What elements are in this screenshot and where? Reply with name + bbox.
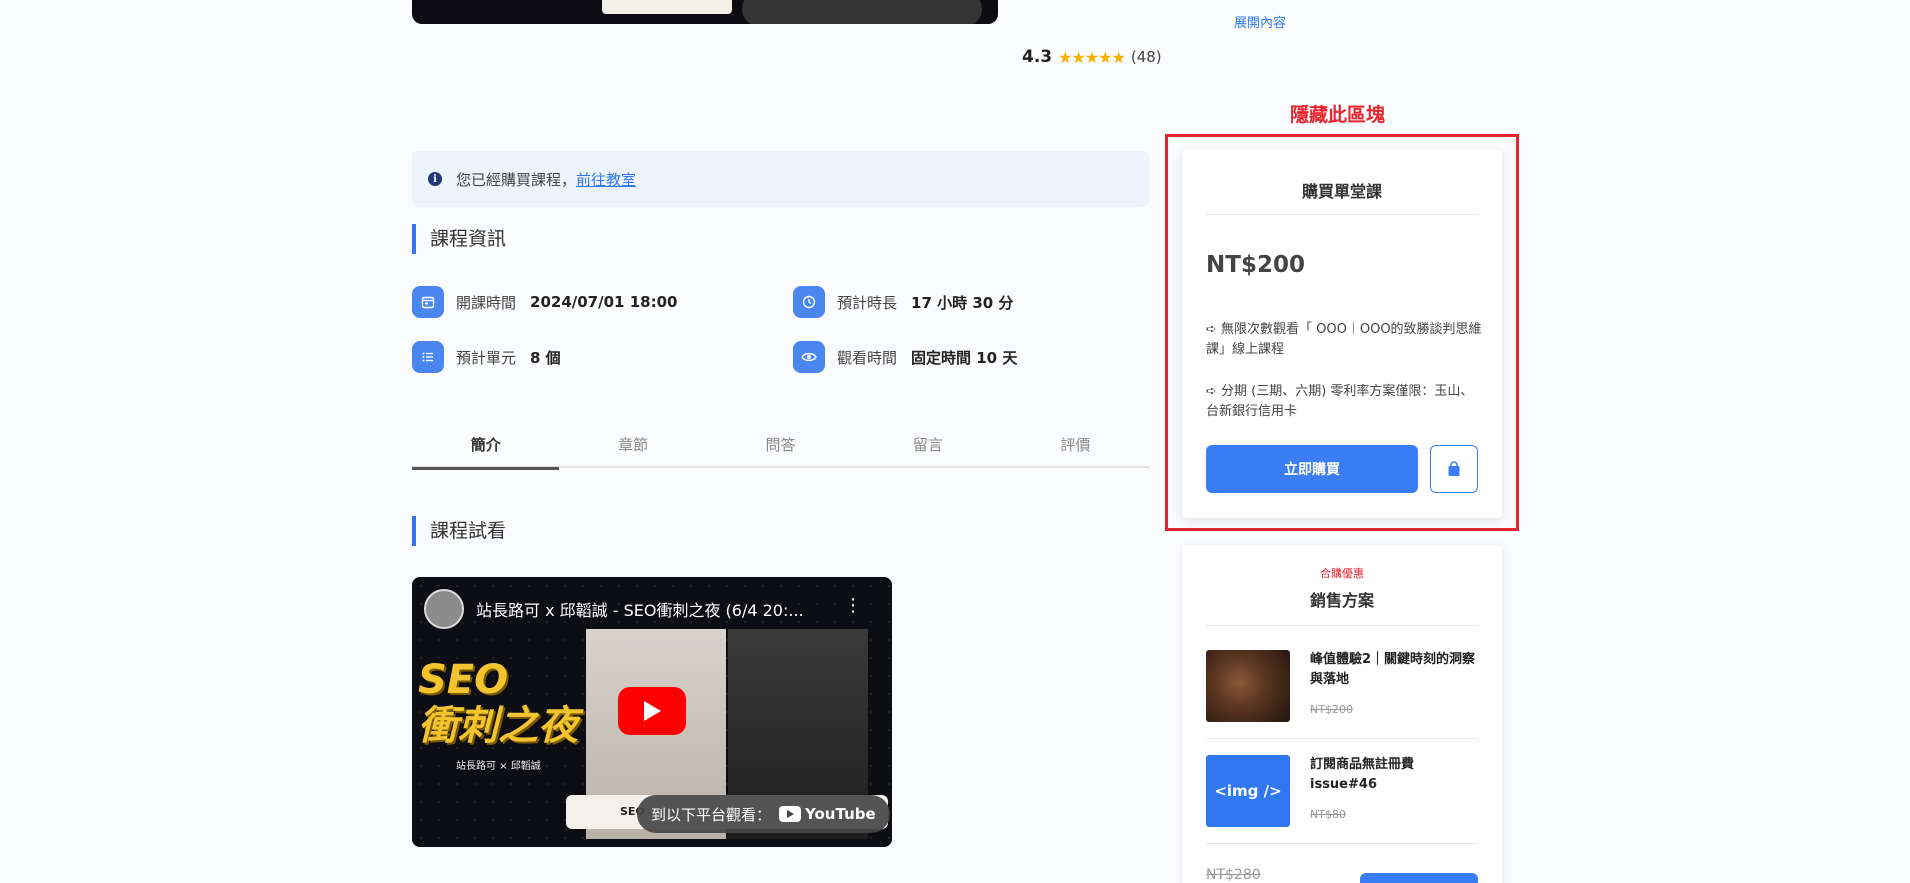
clock-icon	[793, 286, 825, 318]
start-time-value: 2024/07/01 18:00	[530, 293, 678, 311]
watch-time-label: 觀看時間	[837, 348, 898, 367]
duration-value: 17 小時 30 分	[911, 293, 1014, 312]
plan-item-thumbnail: <img />	[1206, 755, 1290, 827]
calendar-icon	[412, 286, 444, 318]
divider	[1206, 738, 1478, 739]
info-units: 預計單元 8 個	[412, 341, 561, 373]
rating-count: (48)	[1130, 48, 1162, 66]
tab-comments[interactable]: 留言	[854, 430, 1001, 466]
video-subtitle: 站長路可 × 邱韜誠	[456, 761, 541, 772]
rating-stars-icon: ★★★★★	[1058, 47, 1126, 67]
plan-item-name[interactable]: 訂閱商品無註冊費 issue#46	[1310, 755, 1480, 795]
top-video-caption-bar	[602, 0, 732, 14]
youtube-logo: YouTube	[779, 805, 876, 823]
plan-item-old-price: NT$80	[1310, 808, 1346, 821]
purchased-notice-text: 您已經購買課程，	[456, 170, 577, 189]
highlight-frame	[1165, 134, 1519, 531]
watch-time-value: 固定時間 10 天	[911, 348, 1018, 367]
info-icon: i	[428, 172, 442, 186]
watch-on-label: 到以下平台觀看：	[651, 805, 772, 824]
start-time-label: 開課時間	[456, 293, 517, 312]
plan-item-name[interactable]: 峰值體驗2｜關鍵時刻的洞察與落地	[1310, 650, 1480, 690]
info-duration: 預計時長 17 小時 30 分	[793, 286, 1013, 318]
tab-chapters[interactable]: 章節	[559, 430, 706, 466]
sales-plan-card: 合購優惠 銷售方案 峰值體驗2｜關鍵時刻的洞察與落地 NT$200 <img /…	[1182, 545, 1502, 883]
hide-block-annotation: 隱藏此區塊	[1290, 104, 1386, 126]
course-rating: 4.3 ★★★★★ (48)	[1022, 47, 1162, 67]
tab-reviews[interactable]: 評價	[1002, 430, 1149, 466]
tab-intro[interactable]: 簡介	[412, 430, 560, 470]
duration-label: 預計時長	[837, 293, 898, 312]
play-icon	[644, 701, 661, 721]
plan-item-old-price: NT$200	[1310, 703, 1353, 716]
info-start-time: 開課時間 2024/07/01 18:00	[412, 286, 677, 318]
channel-avatar[interactable]	[424, 589, 464, 629]
bundle-original-total: NT$280	[1206, 867, 1261, 883]
plan-item-thumbnail	[1206, 650, 1290, 722]
more-options-icon[interactable]: ⋮	[844, 595, 862, 616]
bundle-discount-badge: 合購優惠	[1320, 567, 1364, 580]
expand-content-link[interactable]: 展開內容	[1234, 12, 1286, 31]
units-value: 8 個	[530, 348, 561, 367]
list-icon	[412, 341, 444, 373]
top-video-watch-pill[interactable]	[742, 0, 982, 24]
youtube-icon	[779, 806, 802, 822]
watch-on-youtube-button[interactable]: 到以下平台觀看： YouTube	[637, 795, 890, 833]
go-to-classroom-link[interactable]: 前往教室	[576, 169, 636, 190]
bundle-buy-button[interactable]	[1360, 873, 1478, 883]
tab-qa[interactable]: 問答	[707, 430, 854, 466]
info-watch-time: 觀看時間 固定時間 10 天	[793, 341, 1017, 373]
top-video-embed[interactable]	[412, 0, 998, 24]
sales-plan-title: 銷售方案	[1309, 591, 1374, 610]
video-title[interactable]: 站長路可 x 邱韜誠 - SEO衝刺之夜 (6/4 20:...	[476, 597, 804, 621]
course-tabs: 簡介 章節 問答 留言 評價	[412, 430, 1149, 470]
eye-icon	[793, 341, 825, 373]
video-seo-text: SEO 衝刺之夜	[418, 657, 578, 749]
preview-title: 課程試看	[412, 516, 506, 546]
divider	[1206, 843, 1478, 844]
preview-video-embed[interactable]: SEO 衝刺之夜 站長路可 × 邱韜誠 站長路可 x 邱韜誠 - SEO衝刺之夜…	[412, 577, 892, 847]
purchased-notice: i 您已經購買課程， 前往教室	[412, 151, 1149, 207]
course-info-title: 課程資訊	[412, 224, 506, 254]
divider	[1206, 625, 1478, 626]
rating-score: 4.3	[1022, 47, 1053, 67]
play-button[interactable]	[618, 687, 686, 735]
units-label: 預計單元	[456, 348, 517, 367]
